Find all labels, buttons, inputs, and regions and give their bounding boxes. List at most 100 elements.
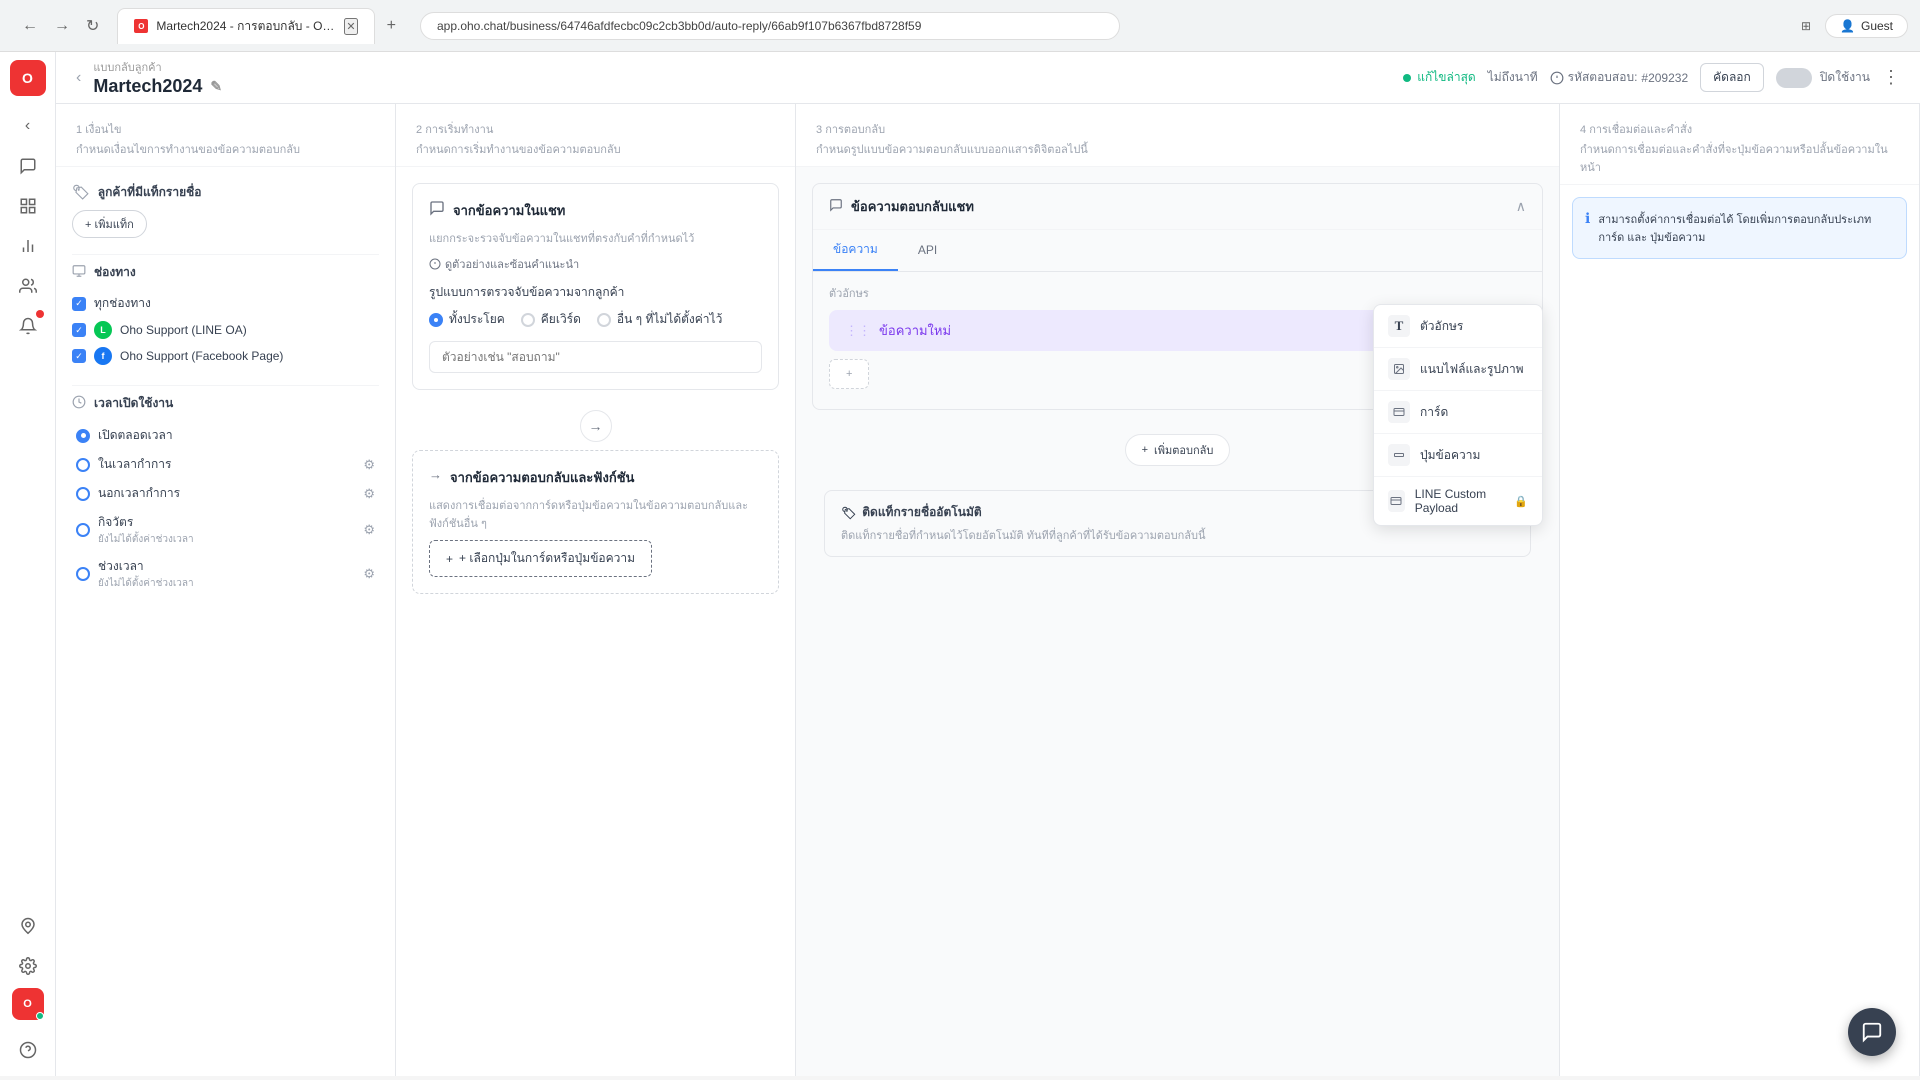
trigger-text-input[interactable] <box>429 341 762 373</box>
time-always-radio[interactable] <box>76 429 90 443</box>
time-period-gear[interactable]: ⚙ <box>363 566 375 582</box>
copy-code-button[interactable]: คัดลอก <box>1700 63 1764 92</box>
time-off[interactable]: นอกเวลากำการ ⚙ <box>76 479 375 508</box>
step4-info-box: ℹ สามารถตั้งค่าการเชื่อมต่อได้ โดยเพิ่มก… <box>1572 197 1907 259</box>
channel-fb[interactable]: ✓ f Oho Support (Facebook Page) <box>72 343 379 369</box>
channel-fb-checkbox[interactable]: ✓ <box>72 349 86 363</box>
sidebar-chat-icon[interactable] <box>10 148 46 184</box>
dropdown-item-media[interactable]: แนบไฟล์และรูปภาพ <box>1374 348 1542 391</box>
sidebar-contacts-icon[interactable] <box>10 268 46 304</box>
sidebar-notification-icon[interactable] <box>10 308 46 344</box>
sidebar-settings-icon[interactable] <box>10 948 46 984</box>
radio-keyword-icon[interactable] <box>521 313 535 327</box>
time-work[interactable]: ในเวลากำการ ⚙ <box>76 450 375 479</box>
sidebar-location-icon[interactable] <box>10 908 46 944</box>
divider-2 <box>72 385 379 386</box>
last-saved-time: ไม่ถึงนาที <box>1488 68 1538 87</box>
radio-other[interactable]: อื่น ๆ ที่ไม่ได้ตั้งค่าไว้ <box>597 310 722 329</box>
channel-all[interactable]: ✓ ทุกช่องทาง <box>72 290 379 317</box>
dropdown-item-text[interactable]: T ตัวอักษร <box>1374 305 1542 348</box>
clock-icon <box>72 395 86 412</box>
step1-panel: 1 เงื่อนไข กำหนดเงื่อนไขการทำงานของข้อคว… <box>56 104 396 1076</box>
trigger-card-1-title: จากข้อความในแชท <box>453 200 565 221</box>
add-response-button[interactable]: + เพิ่มตอบกลับ <box>1125 434 1231 466</box>
trigger-card-2-header: → จากข้อความตอบกลับและฟังก์ชัน <box>429 467 762 488</box>
sidebar-back-button[interactable]: ‹ <box>10 108 46 144</box>
add-tag-button[interactable]: + เพิ่มแท็ก <box>72 210 147 238</box>
guest-profile[interactable]: 👤 Guest <box>1825 14 1908 38</box>
add-trigger-icon: + <box>446 552 453 566</box>
dropdown-item-button-text[interactable]: ปุ่มข้อความ <box>1374 434 1542 477</box>
step2-header: 2 การเริ่มทำงาน กำหนดการเริ่มทำงานของข้อ… <box>396 104 795 167</box>
chat-bubble-button[interactable] <box>1848 1008 1896 1056</box>
time-off-radio[interactable] <box>76 487 90 501</box>
radio-group: ทั้งประโยค คียเวิร์ด อื่น ๆ ที่ไม่ได้ตั้… <box>429 310 762 329</box>
time-always-label: เปิดตลอดเวลา <box>98 426 173 445</box>
add-trigger-button[interactable]: + + เลือกปุ่มในการ์ดหรือปุ่มข้อความ <box>429 540 652 577</box>
step1-desc: กำหนดเงื่อนไขการทำงานของข้อความตอบกลับ <box>76 140 375 158</box>
time-section-label: เวลาเปิดใช้งาน <box>72 394 379 413</box>
app-logo[interactable]: O <box>10 60 46 96</box>
back-button[interactable]: ← <box>16 13 44 39</box>
info-link[interactable]: ดูตัวอย่างและซ้อนคำแนะนำ <box>429 255 762 273</box>
trigger-card-2-desc: แสดงการเชื่อมต่อจากการ์ดหรือปุ่มข้อความใ… <box>429 496 762 532</box>
time-off-gear[interactable]: ⚙ <box>363 486 375 502</box>
sidebar-logo-bottom[interactable]: O <box>12 988 44 1020</box>
add-icon: + <box>1142 444 1148 456</box>
guest-label: Guest <box>1861 19 1893 33</box>
time-always[interactable]: เปิดตลอดเวลา <box>76 421 375 450</box>
time-work-radio[interactable] <box>76 458 90 472</box>
enable-toggle[interactable] <box>1776 68 1812 88</box>
step4-desc: กำหนดการเชื่อมต่อและคำสั่งที่จะปุ่มข้อคว… <box>1580 140 1899 176</box>
time-period[interactable]: ช่วงเวลา ยังไม่ได้ตั้งค่าช่วงเวลา ⚙ <box>76 552 375 596</box>
lock-badge: 🔒 <box>1514 495 1528 508</box>
sidebar-grid-icon[interactable] <box>10 188 46 224</box>
step1-header: 1 เงื่อนไข กำหนดเงื่อนไขการทำงานของข้อคว… <box>56 104 395 167</box>
drag-handle[interactable]: ⋮⋮ <box>845 323 871 339</box>
collapse-button[interactable]: ∧ <box>1516 198 1526 215</box>
steps-container: 1 เงื่อนไข กำหนดเงื่อนไขการทำงานของข้อคว… <box>56 104 1920 1076</box>
active-tab[interactable]: O Martech2024 - การตอบกลับ - Oh... ✕ <box>117 8 374 44</box>
step4-panel: 4 การเชื่อมต่อและคำสั่ง กำหนดการเชื่อมต่… <box>1560 104 1920 1076</box>
channel-line-checkbox[interactable]: ✓ <box>72 323 86 337</box>
tag-section: 🏷 ลูกค้าที่มีแท็กรายชื่อ + เพิ่มแท็ก <box>72 183 379 238</box>
channel-line[interactable]: ✓ L Oho Support (LINE OA) <box>72 317 379 343</box>
time-work-gear[interactable]: ⚙ <box>363 457 375 473</box>
auto-tag-desc: ติดแท็กรายชื่อที่กำหนดไว้โดยอัตโนมัติ ทั… <box>841 526 1514 544</box>
tab-api[interactable]: API <box>898 230 957 271</box>
status-dot <box>1403 74 1411 82</box>
radio-other-icon[interactable] <box>597 313 611 327</box>
add-message-icon: + <box>846 368 852 380</box>
edit-icon[interactable]: ✎ <box>210 78 222 95</box>
divider-1 <box>72 254 379 255</box>
address-bar[interactable]: app.oho.chat/business/64746afdfecbc09c2c… <box>420 12 1120 40</box>
add-message-button[interactable]: + <box>829 359 869 389</box>
header-back-button[interactable]: ‹ <box>76 69 81 87</box>
fb-icon: f <box>94 347 112 365</box>
dropdown-item-card[interactable]: การ์ด <box>1374 391 1542 434</box>
time-options: เปิดตลอดเวลา ในเวลากำการ ⚙ นอกเวลากำการ … <box>72 421 379 596</box>
tag-icon: 🏷 <box>72 184 90 201</box>
forward-button[interactable]: → <box>48 13 76 39</box>
radio-keyword[interactable]: คียเวิร์ด <box>521 310 581 329</box>
sidebar-help-icon[interactable] <box>10 1032 46 1068</box>
add-message-dropdown: T ตัวอักษร แนบไฟล์และรูปภาพ การ์ด <box>1373 304 1543 526</box>
translate-button[interactable]: ⊞ <box>1795 15 1817 37</box>
time-period-radio[interactable] <box>76 567 90 581</box>
time-routine-radio[interactable] <box>76 523 90 537</box>
new-tab-button[interactable]: + <box>379 13 404 39</box>
refresh-button[interactable]: ↻ <box>80 12 105 40</box>
arrow-divider: → <box>412 402 779 450</box>
step1-number: 1 เงื่อนไข <box>76 120 375 138</box>
dropdown-item-line-custom[interactable]: LINE Custom Payload 🔒 <box>1374 477 1542 525</box>
tab-message[interactable]: ข้อความ <box>813 230 898 271</box>
more-options-button[interactable]: ⋮ <box>1882 67 1900 88</box>
tab-close-button[interactable]: ✕ <box>344 18 357 35</box>
time-routine-gear[interactable]: ⚙ <box>363 522 375 538</box>
radio-all-sentence-icon[interactable] <box>429 313 443 327</box>
step2-panel: 2 การเริ่มทำงาน กำหนดการเริ่มทำงานของข้อ… <box>396 104 796 1076</box>
time-routine[interactable]: กิจวัตร ยังไม่ได้ตั้งค่าช่วงเวลา ⚙ <box>76 508 375 552</box>
radio-all-sentence[interactable]: ทั้งประโยค <box>429 310 505 329</box>
sidebar-stats-icon[interactable] <box>10 228 46 264</box>
channel-all-checkbox[interactable]: ✓ <box>72 297 86 311</box>
